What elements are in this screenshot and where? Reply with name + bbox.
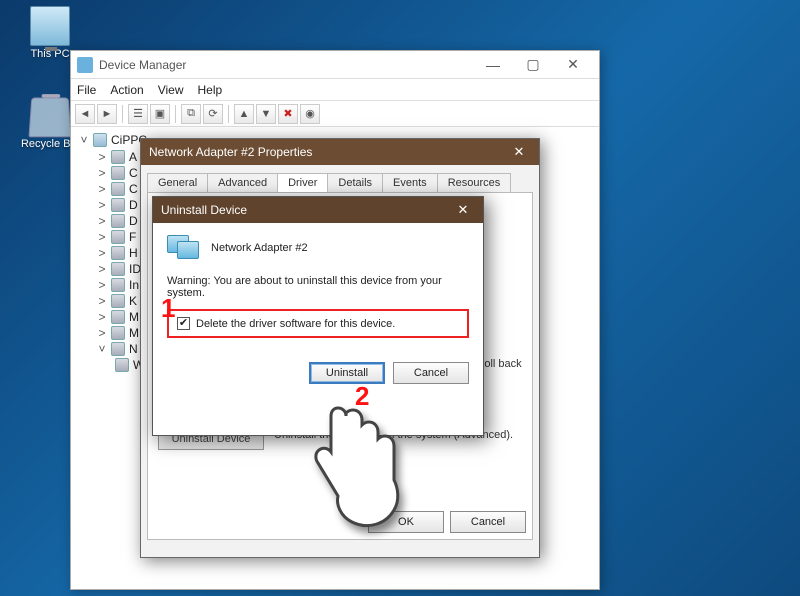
toolbar-separator xyxy=(228,105,229,123)
tree-category-label: F xyxy=(129,230,136,244)
device-category-icon xyxy=(111,182,125,196)
recycle-bin-icon xyxy=(29,97,72,137)
device-category-icon xyxy=(111,150,125,164)
minimize-button[interactable]: — xyxy=(473,51,513,79)
callout-1: 1 xyxy=(161,293,175,324)
toolbar-forward-icon[interactable]: ► xyxy=(97,104,117,124)
tree-category-label: D xyxy=(129,214,138,228)
this-pc-icon xyxy=(30,6,70,46)
expand-icon[interactable]: > xyxy=(97,310,107,324)
device-category-icon xyxy=(111,326,125,340)
expand-icon[interactable]: > xyxy=(97,246,107,260)
device-manager-toolbar: ◄ ► ☰ ▣ ⧉ ⟳ ▲ ▼ ✖ ◉ xyxy=(71,101,599,127)
properties-close-icon[interactable]: ✕ xyxy=(507,142,531,162)
tab-driver[interactable]: Driver xyxy=(277,173,328,192)
menu-view[interactable]: View xyxy=(158,83,184,97)
uninstall-device-name: Network Adapter #2 xyxy=(211,242,308,254)
toolbar-enable-icon[interactable]: ▲ xyxy=(234,104,254,124)
properties-cancel-button[interactable]: Cancel xyxy=(450,511,526,533)
expand-icon[interactable]: > xyxy=(97,326,107,340)
tree-category-label: C xyxy=(129,182,138,196)
close-button[interactable]: ✕ xyxy=(553,51,593,79)
tree-category-label: M xyxy=(129,326,139,340)
tree-category-label: M xyxy=(129,310,139,324)
device-category-icon xyxy=(111,262,125,276)
toolbar-up-icon[interactable]: ☰ xyxy=(128,104,148,124)
expand-icon[interactable]: > xyxy=(97,198,107,212)
tree-category-label: In xyxy=(129,278,139,292)
device-manager-icon xyxy=(77,57,93,73)
device-category-icon xyxy=(111,294,125,308)
expand-icon[interactable]: > xyxy=(97,230,107,244)
toolbar-separator xyxy=(122,105,123,123)
delete-driver-checkbox[interactable]: ✔ xyxy=(177,317,190,330)
tree-category-label: N xyxy=(129,342,138,356)
menu-help[interactable]: Help xyxy=(198,83,223,97)
device-category-icon xyxy=(111,230,125,244)
tree-category-label: K xyxy=(129,294,137,308)
tree-category-label: H xyxy=(129,246,138,260)
collapse-icon[interactable]: ˅ xyxy=(79,133,89,147)
computer-icon xyxy=(93,133,107,147)
expand-icon[interactable]: > xyxy=(97,214,107,228)
delete-driver-label: Delete the driver software for this devi… xyxy=(196,318,395,330)
uninstall-cancel-button[interactable]: Cancel xyxy=(393,362,469,384)
callout-2: 2 xyxy=(355,381,369,412)
toolbar-separator xyxy=(175,105,176,123)
menu-action[interactable]: Action xyxy=(110,83,143,97)
device-manager-title: Device Manager xyxy=(99,58,473,72)
expand-icon[interactable]: > xyxy=(97,182,107,196)
tab-resources[interactable]: Resources xyxy=(437,173,512,192)
uninstall-confirm-button[interactable]: Uninstall xyxy=(309,362,385,384)
adapter-icon xyxy=(115,358,129,372)
tab-advanced[interactable]: Advanced xyxy=(207,173,278,192)
expand-icon[interactable]: > xyxy=(97,294,107,308)
toolbar-properties-icon[interactable]: ▣ xyxy=(150,104,170,124)
toolbar-update-icon[interactable]: ◉ xyxy=(300,104,320,124)
device-category-icon xyxy=(111,214,125,228)
maximize-button[interactable]: ▢ xyxy=(513,51,553,79)
expand-icon[interactable]: ˅ xyxy=(97,342,107,356)
delete-driver-checkbox-row[interactable]: ✔ Delete the driver software for this de… xyxy=(167,309,469,338)
device-category-icon xyxy=(111,198,125,212)
tree-category-label: C xyxy=(129,166,138,180)
toolbar-tree-icon[interactable]: ⧉ xyxy=(181,104,201,124)
properties-ok-button[interactable]: OK xyxy=(368,511,444,533)
properties-title: Network Adapter #2 Properties xyxy=(149,145,507,159)
toolbar-back-icon[interactable]: ◄ xyxy=(75,104,95,124)
device-category-icon xyxy=(111,342,125,356)
expand-icon[interactable]: > xyxy=(97,262,107,276)
toolbar-disable-icon[interactable]: ▼ xyxy=(256,104,276,124)
tree-category-label: A xyxy=(129,150,137,164)
properties-tabstrip: General Advanced Driver Details Events R… xyxy=(141,165,539,192)
uninstall-title: Uninstall Device xyxy=(161,203,451,217)
toolbar-refresh-icon[interactable]: ⟳ xyxy=(203,104,223,124)
device-manager-titlebar[interactable]: Device Manager — ▢ ✕ xyxy=(71,51,599,79)
tab-general[interactable]: General xyxy=(147,173,208,192)
device-manager-menubar: File Action View Help xyxy=(71,79,599,101)
expand-icon[interactable]: > xyxy=(97,278,107,292)
properties-titlebar[interactable]: Network Adapter #2 Properties ✕ xyxy=(141,139,539,165)
uninstall-close-icon[interactable]: ✕ xyxy=(451,200,475,220)
tree-category-label: D xyxy=(129,198,138,212)
tab-details[interactable]: Details xyxy=(327,173,383,192)
device-category-icon xyxy=(111,246,125,260)
uninstall-device-dialog: Uninstall Device ✕ Network Adapter #2 Wa… xyxy=(152,196,484,436)
menu-file[interactable]: File xyxy=(77,83,96,97)
device-category-icon xyxy=(111,166,125,180)
device-category-icon xyxy=(111,278,125,292)
uninstall-warning-text: Warning: You are about to uninstall this… xyxy=(167,275,469,299)
tab-events[interactable]: Events xyxy=(382,173,438,192)
uninstall-titlebar[interactable]: Uninstall Device ✕ xyxy=(153,197,483,223)
toolbar-delete-icon[interactable]: ✖ xyxy=(278,104,298,124)
device-category-icon xyxy=(111,310,125,324)
expand-icon[interactable]: > xyxy=(97,150,107,164)
network-adapter-icon xyxy=(167,235,201,261)
expand-icon[interactable]: > xyxy=(97,166,107,180)
